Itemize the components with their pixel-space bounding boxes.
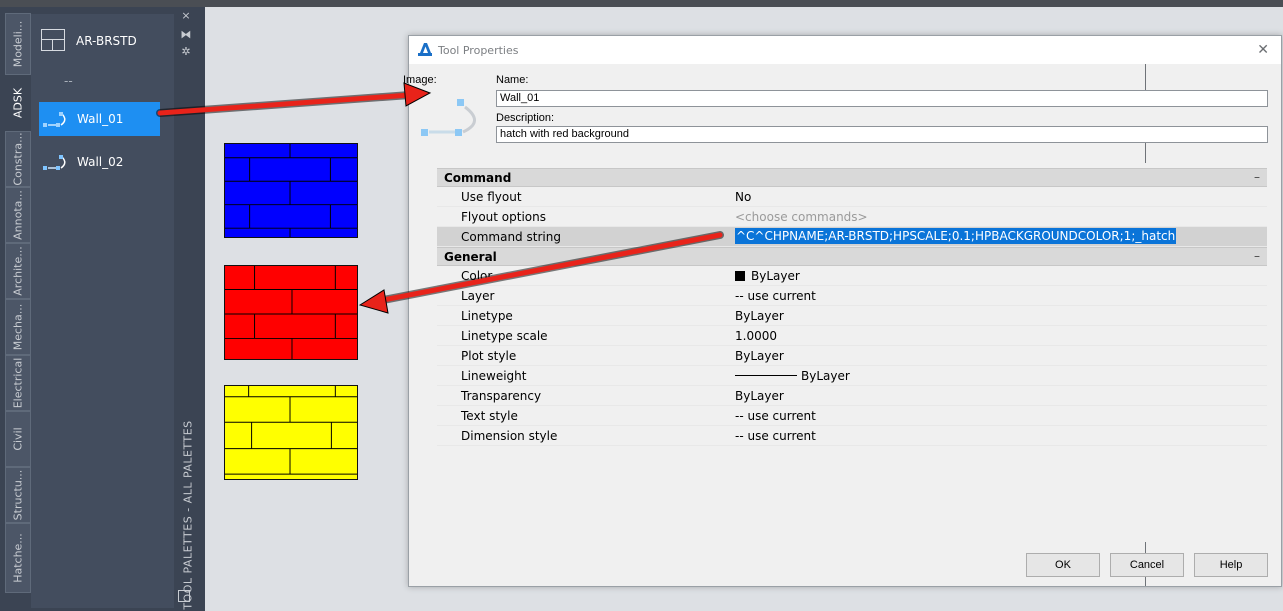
arrow-command-to-swatch (358, 231, 724, 314)
annotation-arrows (156, 82, 724, 314)
arrow-tool-to-image (156, 82, 432, 117)
